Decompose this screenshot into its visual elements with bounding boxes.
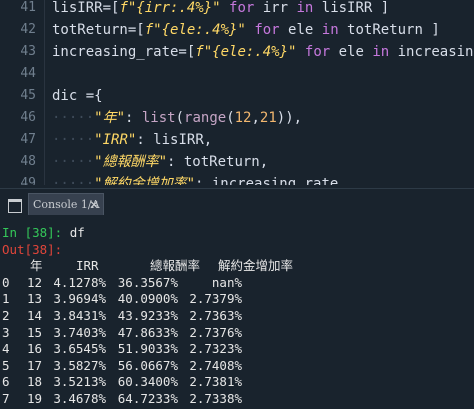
table-cell: 17 [26,357,42,373]
line-number: 42 [20,22,36,37]
table-cell: 56.0667% [117,357,178,373]
table-cell: 18 [26,374,42,390]
code-line: ·····"IRR": lisIRR, [52,132,213,148]
table-row: 5 17 3.5827% 56.0667% 2.7408% [0,358,474,375]
column-header: 解約金增加率 [218,258,294,274]
column-header: IRR [76,258,99,274]
line-number: 43 [20,44,36,59]
line-number: 46 [20,110,36,125]
table-cell: 40.0900% [117,291,178,307]
line-number: 48 [20,154,36,169]
console-tab-bar: Console 1/A ✕ [0,188,474,223]
line-number: 49 [20,176,36,185]
table-row: 7 19 3.4678% 64.7233% 2.7338% [0,391,474,408]
table-cell: 2.7338% [189,391,242,406]
table-cell: 0 [2,274,10,290]
table-cell: 3.5213% [53,374,106,390]
table-cell: 15 [26,324,42,340]
line-number: 47 [20,132,36,147]
code-line: ·····"總報酬率": totReturn, [52,154,269,170]
table-cell: 14 [26,308,42,323]
code-line: ·····"年": list(range(12,21)), [52,110,303,126]
table-cell: 13 [26,291,42,307]
panel-options-icon[interactable] [8,199,22,213]
table-cell: 3.5827% [53,357,106,373]
table-cell: 3.8431% [53,308,106,323]
table-row: 0 12 4.1278% 36.3567% nan% [0,275,474,292]
table-cell: 2.7323% [189,341,242,357]
table-cell: 2.7381% [189,374,242,390]
line-number: 44 [20,66,36,81]
table-cell: 2 [2,308,10,323]
tab-console[interactable]: Console 1/A ✕ [28,193,104,215]
table-cell: 3.9694% [53,291,106,307]
table-cell: 2.7376% [189,324,242,340]
ipython-console[interactable]: In [38]: df Out[38]: 年 IRR 總報酬率 解約金增加率 0 12 4.… [0,223,474,409]
output-line: Out[38]: [2,242,62,259]
table-cell: 36.3567% [117,274,178,290]
table-row: 1 13 3.9694% 40.0900% 2.7379% [0,291,474,308]
input-line: In [38]: df [2,225,85,242]
table-row: 6 18 3.5213% 60.3400% 2.7381% [0,374,474,391]
table-cell: 3.7403% [53,324,106,340]
code-line: lisIRR=[f"{irr:.4%}" for irr in lisIRR ] [52,0,390,16]
table-cell: 3.4678% [53,391,106,406]
table-cell: 2.7379% [189,291,242,307]
code-line: ·····"解約金增加率": increasing_rate [52,176,339,185]
table-cell: 7 [2,391,10,406]
table-cell: 4 [2,341,10,357]
table-cell: 1 [2,291,10,307]
input-prompt: In [38]: [2,225,63,240]
table-row: 2 14 3.8431% 43.9233% 2.7363% [0,308,474,325]
code-line: totReturn=[f"{ele:.4%}" for ele in totRe… [52,22,440,38]
table-row: 3 15 3.7403% 47.8633% 2.7376% [0,325,474,342]
table-cell: 60.3400% [117,374,178,390]
table-row: 4 16 3.6545% 51.9033% 2.7323% [0,341,474,358]
table-cell: 3 [2,324,10,340]
table-cell: 47.8633% [117,324,178,340]
code-line: increasing_rate=[f"{ele:.4%}" for ele in… [52,44,474,60]
table-cell: nan% [211,274,242,290]
table-cell: 4.1278% [53,274,106,290]
table-cell: 19 [26,391,42,406]
table-cell: 5 [2,357,10,373]
table-cell: 64.7233% [117,391,178,406]
table-cell: 43.9233% [117,308,178,323]
column-header: 年 [30,258,43,274]
column-header: 總報酬率 [150,258,201,274]
line-number: 45 [20,88,36,103]
line-number-gutter: 414243444546474849505152 [0,0,45,185]
close-icon[interactable]: ✕ [89,194,99,216]
output-prompt: Out[38]: [2,241,63,257]
code-editor[interactable]: 414243444546474849505152 lisIRR=[f"{irr:… [0,0,474,185]
table-cell: 2.7408% [189,357,242,373]
code-line: dic ={ [52,88,103,104]
table-cell: 51.9033% [117,341,178,357]
input-code: df [62,225,85,240]
table-cell: 16 [26,341,42,357]
table-cell: 2.7363% [189,308,242,323]
table-cell: 3.6545% [53,341,106,357]
line-number: 41 [20,0,36,15]
table-cell: 6 [2,374,10,390]
table-cell: 12 [26,274,42,290]
